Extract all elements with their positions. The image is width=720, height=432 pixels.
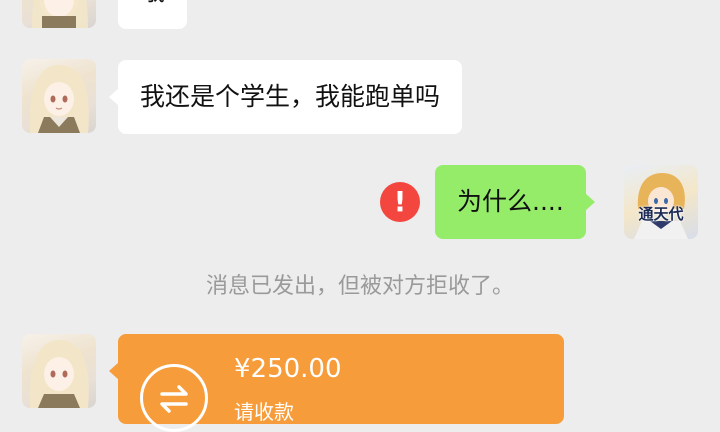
contact-avatar[interactable]: [22, 334, 96, 408]
contact-avatar[interactable]: [22, 0, 96, 28]
transfer-subtitle: 请收款: [234, 400, 294, 424]
message-bubble[interactable]: 为什么....: [435, 165, 595, 239]
transfer-card[interactable]: ¥250.00 请收款: [109, 334, 564, 432]
transfer-icon: [140, 364, 208, 432]
system-notice: 消息已发出，但被对方拒收了。: [205, 274, 514, 299]
message-text: 我还是个学生，我能跑单吗: [140, 82, 441, 111]
message-bubble[interactable]: 哦: [108, 0, 188, 29]
message-bubble[interactable]: 我还是个学生，我能跑单吗: [108, 60, 463, 134]
contact-avatar[interactable]: [22, 59, 96, 133]
send-failed-icon[interactable]: !: [380, 182, 420, 222]
avatar-badge-text: 通天代: [638, 205, 684, 223]
self-avatar[interactable]: 通天代: [624, 165, 698, 239]
message-text: 哦: [140, 0, 165, 6]
transfer-amount: ¥250.00: [234, 354, 342, 384]
message-text: 为什么....: [457, 187, 564, 216]
